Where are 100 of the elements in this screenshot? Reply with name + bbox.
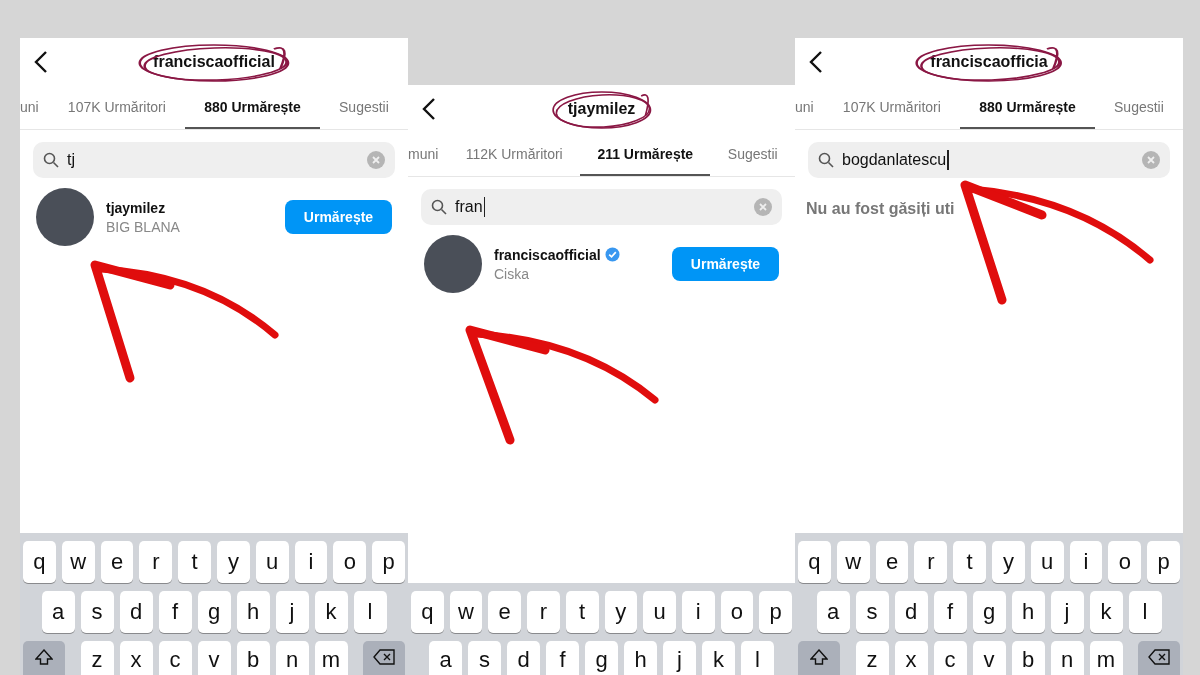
keyboard-key[interactable]: x bbox=[894, 641, 928, 675]
back-icon[interactable] bbox=[809, 50, 823, 74]
keyboard-key[interactable]: j bbox=[663, 641, 696, 675]
keyboard-key[interactable]: w bbox=[836, 541, 870, 583]
keyboard-key[interactable]: o bbox=[333, 541, 367, 583]
keyboard-key[interactable]: u bbox=[255, 541, 289, 583]
keyboard-key[interactable]: s bbox=[80, 591, 114, 633]
tab[interactable]: Sugestii bbox=[710, 133, 795, 176]
tab[interactable]: uni bbox=[795, 86, 824, 129]
keyboard-key[interactable]: k bbox=[1089, 591, 1123, 633]
search-field[interactable]: fran bbox=[421, 189, 782, 225]
username: franciscaofficial bbox=[494, 246, 601, 263]
keyboard-key[interactable]: p bbox=[372, 541, 405, 583]
keyboard-key[interactable]: o bbox=[720, 591, 754, 633]
keyboard-key[interactable]: w bbox=[449, 591, 483, 633]
keyboard-key[interactable]: l bbox=[1128, 591, 1162, 633]
keyboard-key[interactable]: r bbox=[139, 541, 173, 583]
keyboard-key[interactable]: z bbox=[855, 641, 889, 675]
keyboard-key[interactable]: t bbox=[953, 541, 986, 583]
keyboard-key[interactable]: j bbox=[1050, 591, 1084, 633]
tab[interactable]: 112K Urmăritori bbox=[448, 133, 581, 176]
back-icon[interactable] bbox=[34, 50, 48, 74]
keyboard-key[interactable]: v bbox=[972, 641, 1006, 675]
tab[interactable]: Sugestii bbox=[319, 86, 408, 129]
keyboard-key[interactable]: p bbox=[759, 591, 792, 633]
keyboard-key[interactable]: e bbox=[100, 541, 134, 583]
keyboard-key[interactable]: t bbox=[178, 541, 211, 583]
photo-placeholder bbox=[36, 188, 94, 246]
keyboard-key[interactable]: g bbox=[972, 591, 1006, 633]
keyboard-key[interactable]: x bbox=[119, 641, 153, 675]
keyboard-key[interactable]: r bbox=[914, 541, 948, 583]
tab[interactable]: 880 Urmărește bbox=[185, 86, 320, 129]
keyboard-key[interactable]: d bbox=[119, 591, 153, 633]
keyboard-key[interactable]: y bbox=[604, 591, 638, 633]
tab[interactable]: 107K Urmăritori bbox=[48, 86, 186, 129]
keyboard-key[interactable]: m bbox=[314, 641, 348, 675]
keyboard-key[interactable]: h bbox=[236, 591, 270, 633]
keyboard-key[interactable]: a bbox=[429, 641, 462, 675]
keyboard-key[interactable]: n bbox=[275, 641, 309, 675]
keyboard-key[interactable]: i bbox=[681, 591, 715, 633]
keyboard-key[interactable]: f bbox=[933, 591, 967, 633]
keyboard-key[interactable]: q bbox=[798, 541, 831, 583]
search-field[interactable]: tj bbox=[33, 142, 395, 178]
keyboard-key[interactable]: i bbox=[1069, 541, 1103, 583]
keyboard-key[interactable]: u bbox=[643, 591, 676, 633]
keyboard-key[interactable]: c bbox=[933, 641, 967, 675]
back-icon[interactable] bbox=[422, 97, 436, 121]
keyboard-key[interactable]: k bbox=[314, 591, 348, 633]
keyboard-key[interactable]: v bbox=[197, 641, 231, 675]
keyboard-key[interactable]: g bbox=[197, 591, 231, 633]
keyboard-key[interactable]: i bbox=[294, 541, 328, 583]
keyboard-key[interactable]: d bbox=[894, 591, 928, 633]
tab[interactable]: muni bbox=[408, 133, 449, 176]
keyboard-key[interactable]: q bbox=[23, 541, 56, 583]
tab[interactable]: 211 Urmărește bbox=[580, 133, 711, 176]
keyboard-key[interactable]: c bbox=[158, 641, 192, 675]
keyboard-key[interactable]: a bbox=[41, 591, 75, 633]
keyboard-key[interactable]: j bbox=[275, 591, 309, 633]
keyboard-key[interactable]: r bbox=[527, 591, 560, 633]
backspace-icon bbox=[1148, 649, 1170, 665]
tab[interactable]: 107K Urmăritori bbox=[823, 86, 961, 129]
keyboard-key[interactable]: e bbox=[488, 591, 522, 633]
keyboard-key[interactable]: p bbox=[1147, 541, 1180, 583]
keyboard-key[interactable]: g bbox=[585, 641, 618, 675]
keyboard-key[interactable]: h bbox=[624, 641, 657, 675]
keyboard-key[interactable]: y bbox=[992, 541, 1025, 583]
keyboard-key[interactable]: l bbox=[741, 641, 774, 675]
tab[interactable]: 880 Urmărește bbox=[960, 86, 1095, 129]
keyboard-key[interactable]: e bbox=[875, 541, 909, 583]
display-name: Ciska bbox=[494, 265, 530, 282]
keyboard-key[interactable]: s bbox=[855, 591, 889, 633]
backspace-key[interactable] bbox=[363, 641, 405, 675]
keyboard-key[interactable]: n bbox=[1050, 641, 1084, 675]
keyboard-key[interactable]: k bbox=[702, 641, 735, 675]
keyboard-key[interactable]: f bbox=[158, 591, 192, 633]
keyboard-key[interactable]: h bbox=[1011, 591, 1045, 633]
keyboard-key[interactable]: d bbox=[507, 641, 540, 675]
search-field[interactable]: bogdanlatescu bbox=[808, 142, 1170, 178]
keyboard-key[interactable]: m bbox=[1089, 641, 1123, 675]
tab[interactable]: Sugestii bbox=[1094, 86, 1183, 129]
keyboard-key[interactable]: q bbox=[411, 591, 444, 633]
keyboard-key[interactable]: t bbox=[565, 591, 599, 633]
keyboard-key[interactable]: b bbox=[236, 641, 270, 675]
keyboard-key[interactable]: f bbox=[546, 641, 579, 675]
keyboard-key[interactable]: a bbox=[816, 591, 850, 633]
backspace-icon bbox=[373, 649, 395, 665]
backspace-key[interactable] bbox=[1138, 641, 1180, 675]
tab[interactable]: uni bbox=[20, 86, 49, 129]
no-results-message: Nu au fost găsiți uti bbox=[806, 200, 956, 218]
keyboard-key[interactable]: o bbox=[1108, 541, 1142, 583]
keyboard-key[interactable]: l bbox=[353, 591, 387, 633]
keyboard-key[interactable]: w bbox=[61, 541, 95, 583]
keyboard-key[interactable]: s bbox=[468, 641, 501, 675]
keyboard-key[interactable]: z bbox=[80, 641, 114, 675]
keyboard-key[interactable]: u bbox=[1030, 541, 1064, 583]
keyboard-key[interactable]: b bbox=[1011, 641, 1045, 675]
keyboard-key[interactable]: y bbox=[217, 541, 250, 583]
profile-username: franciscaofficia bbox=[930, 53, 1048, 70]
shift-key[interactable] bbox=[798, 641, 840, 675]
shift-key[interactable] bbox=[23, 641, 65, 675]
